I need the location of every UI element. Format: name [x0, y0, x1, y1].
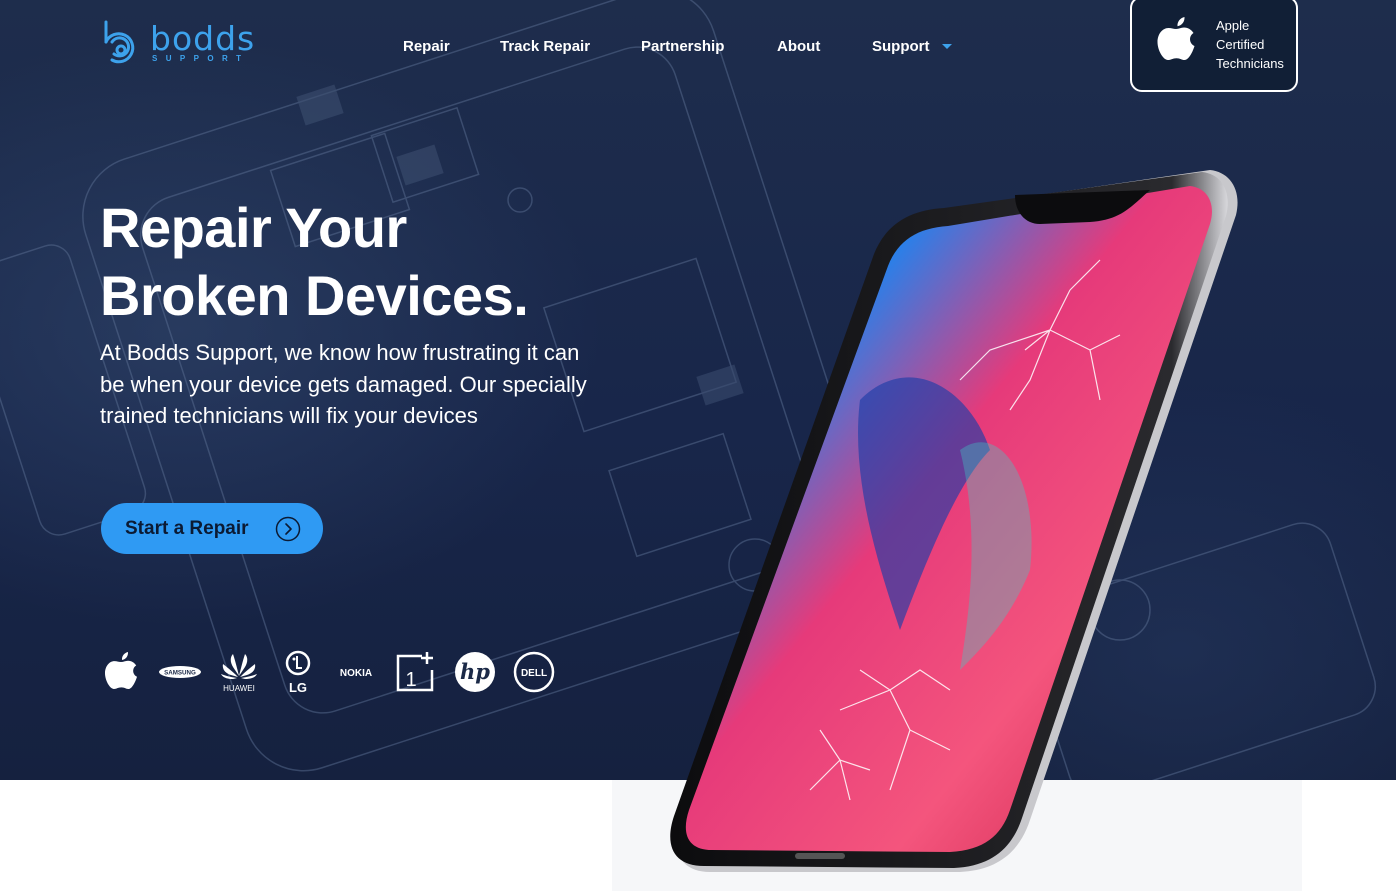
huawei-logo-icon: HUAWEI — [221, 654, 257, 693]
dell-logo-icon: DELL — [513, 651, 555, 693]
bodds-logo-mark-icon — [104, 20, 135, 64]
hp-logo-icon: hp — [455, 652, 495, 692]
start-repair-button-label: Start a Repair — [125, 518, 249, 539]
samsung-logo-text: SAMSUNG — [164, 669, 196, 676]
nav-item-support-label: Support — [872, 38, 930, 55]
nav-item-about[interactable]: About — [777, 34, 820, 60]
badge-line-apple: Apple — [1216, 18, 1250, 33]
nav-item-repair[interactable]: Repair — [403, 34, 450, 60]
bodds-support-logo[interactable]: bodds SUPPORT — [100, 20, 270, 70]
oneplus-logo-icon: 1 — [396, 652, 434, 692]
oneplus-logo-text: 1 — [405, 669, 416, 691]
dell-logo-text: DELL — [521, 668, 547, 679]
badge-text: Apple Certified Technicians — [1216, 16, 1284, 73]
samsung-logo-icon: SAMSUNG — [159, 666, 201, 678]
hero-description: At Bodds Support, we know how frustratin… — [100, 340, 587, 428]
badge-line-certified: Certified — [1216, 37, 1265, 52]
cracked-phone-illustration — [670, 170, 1238, 872]
apple-certified-badge: Apple Certified Technicians — [1130, 0, 1298, 92]
lg-logo-text: LG — [289, 680, 307, 695]
apple-icon — [1157, 17, 1195, 60]
chevron-right-circle-icon — [275, 516, 301, 542]
huawei-logo-text: HUAWEI — [223, 684, 255, 693]
hp-logo-text: hp — [460, 659, 490, 684]
hero-title-line-1: Repair Your — [100, 196, 407, 259]
nokia-logo-icon: NOKIA — [340, 668, 372, 679]
start-repair-button[interactable]: Start a Repair — [101, 503, 323, 554]
logo-wordmark: bodds — [150, 19, 256, 58]
nav-item-support[interactable]: Support — [872, 34, 952, 60]
hero-title: Repair Your Broken Devices. — [100, 194, 700, 330]
apple-logo-icon — [105, 652, 137, 689]
chevron-down-icon — [941, 43, 952, 49]
hero-title-line-2: Broken Devices. — [100, 264, 529, 327]
logo-subtext: SUPPORT — [152, 54, 250, 63]
nokia-logo-text: NOKIA — [340, 668, 372, 679]
badge-line-technicians: Technicians — [1216, 56, 1284, 71]
lg-logo-icon: LG — [285, 650, 311, 695]
nav-item-partnership[interactable]: Partnership — [641, 34, 724, 60]
nav-item-track-repair[interactable]: Track Repair — [500, 34, 590, 60]
